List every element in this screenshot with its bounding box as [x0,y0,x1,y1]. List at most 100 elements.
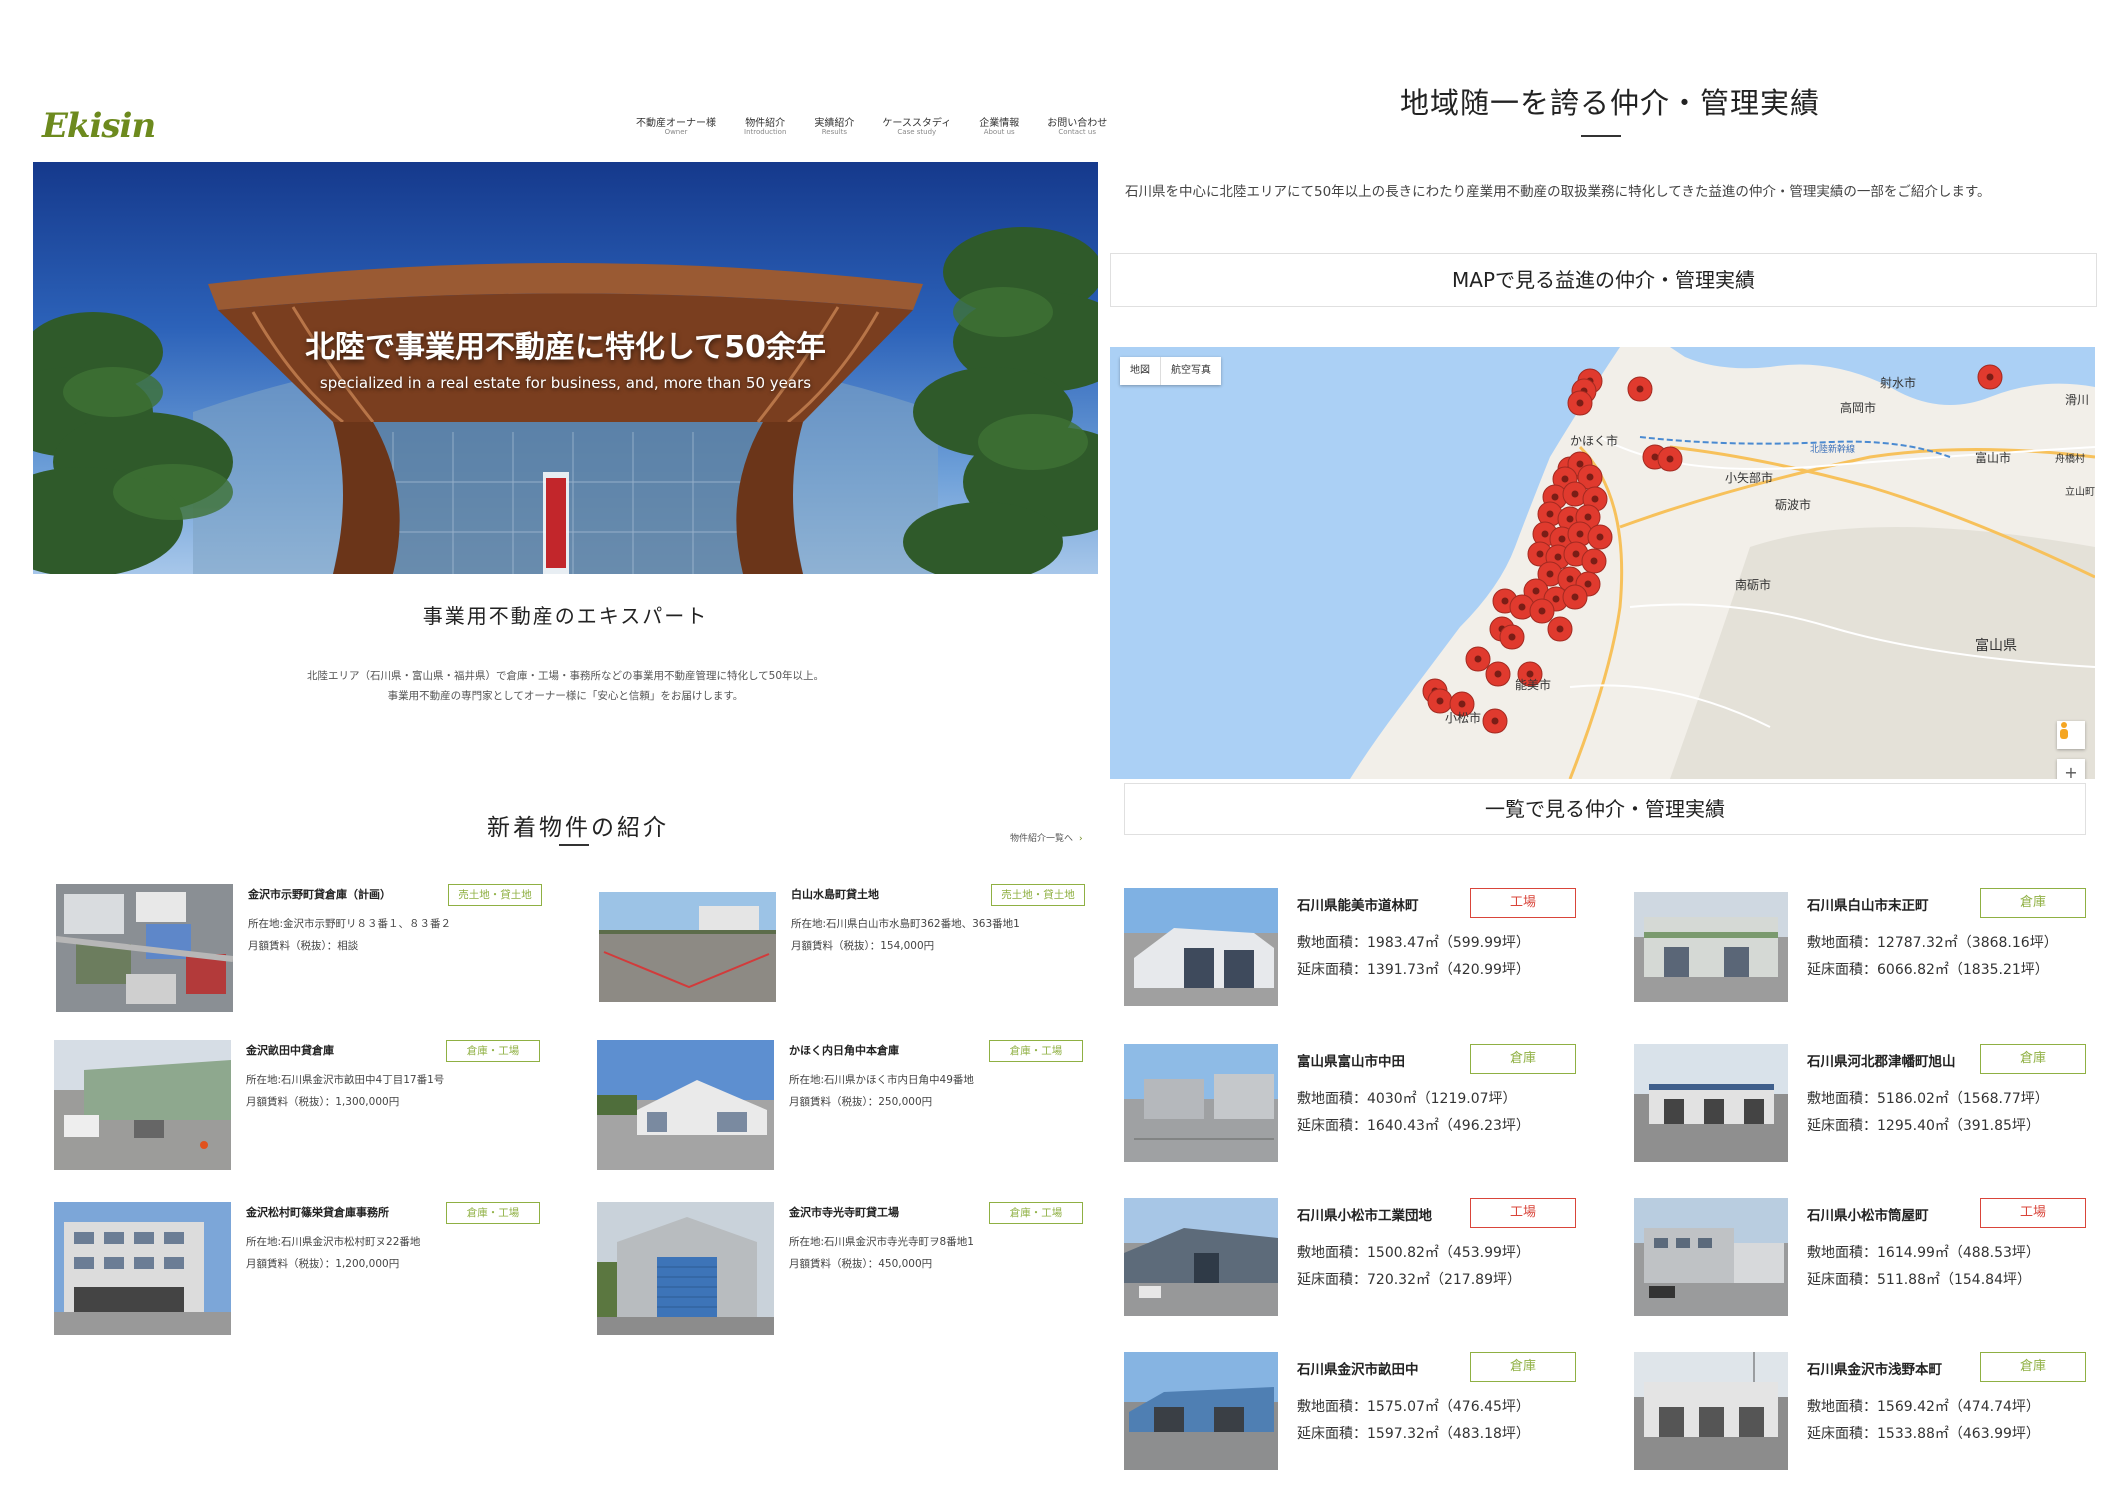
property-card[interactable]: 金沢松村町篠栄貸倉庫事務所 倉庫・工場 所在地:石川県金沢市松村町ヌ22番地 月… [54,1202,574,1335]
property-rent: 月額賃料（税抜）：250,000円 [789,1096,933,1108]
map-pin-dot [1536,550,1544,558]
property-card[interactable]: かほく内日角中本倉庫 倉庫・工場 所在地:石川県かほく市内日角中49番地 月額賃… [597,1040,1117,1170]
property-address: 所在地:金沢市示野町リ８３番１、８３番２ [248,918,452,930]
map-label: 北陸新幹線 [1810,443,1855,455]
hero-image [33,227,1098,574]
new-listings-title: 新着物件の紹介 [487,815,669,841]
record-name: 石川県小松市筒屋町 [1807,1208,1929,1224]
record-card[interactable]: 石川県小松市筒屋町 工場 敷地面積：1614.99㎡（488.53坪） 延床面積… [1634,1198,2114,1318]
record-card[interactable]: 石川県小松市工業団地 工場 敷地面積：1500.82㎡（453.99坪） 延床面… [1124,1198,1604,1318]
property-photo[interactable] [597,1202,774,1335]
map-label: 小松市 [1445,710,1481,725]
nav-item-results[interactable]: 実績紹介 Results [814,118,854,137]
map-type-satellite-button[interactable]: 航空写真 [1161,357,1221,385]
listings-more-link[interactable]: 物件紹介一覧へ › [1010,831,1083,844]
results-map[interactable]: 射水市 高岡市 かほく市 小矢部市 富山市 砺波市 南砺市 富山県 能美市 小松… [1110,347,2095,779]
record-type-badge: 倉庫 [1980,888,2086,918]
map-pin-dot [1494,670,1502,678]
property-type-badge: 倉庫・工場 [446,1202,540,1224]
hero-subtitle: specialized in a real estate for busines… [319,374,812,392]
record-photo[interactable] [1634,1352,1788,1470]
record-floor-area: 延床面積：1533.88㎡（463.99坪） [1807,1426,2040,1442]
record-type-badge: 倉庫 [1980,1044,2086,1074]
record-type-badge: 工場 [1470,888,1576,918]
map-pin-dot [1576,460,1584,468]
property-card[interactable]: 金沢市寺光寺町貸工場 倉庫・工場 所在地:石川県金沢市寺光寺町ヲ8番地1 月額賃… [597,1202,1117,1335]
property-photo[interactable] [54,1202,231,1335]
property-card[interactable]: 金沢市示野町貸倉庫（計画） 売土地・貸土地 所在地:金沢市示野町リ８３番１、８３… [56,884,576,1014]
map-label: 滑川 [2065,393,2089,407]
map-pin-dot [1458,700,1466,708]
record-name: 石川県白山市末正町 [1807,898,1929,914]
map-type-toggle: 地図 航空写真 [1120,357,1221,385]
property-photo[interactable] [56,884,233,1012]
record-photo[interactable] [1124,1352,1278,1470]
map-pin-dot [1572,550,1580,558]
record-floor-area: 延床面積：6066.82㎡（1835.21坪） [1807,962,2049,978]
map-label: 富山県 [1975,637,2017,654]
list-section-heading[interactable]: 一覧で見る仲介・管理実績 [1124,783,2086,835]
nav-item-contact[interactable]: お問い合わせ Contact us [1047,118,1107,137]
nav-item-owner[interactable]: 不動産オーナー様 Owner [636,118,716,137]
map-pin-dot [1566,575,1574,583]
record-name: 石川県金沢市浅野本町 [1807,1362,1942,1378]
nav-item-introduction[interactable]: 物件紹介 Introduction [744,118,786,137]
property-card[interactable]: 白山水島町貸土地 売土地・貸土地 所在地:石川県白山市水島町362番地、363番… [599,884,1119,1014]
record-card[interactable]: 富山県富山市中田 倉庫 敷地面積：4030㎡（1219.07坪） 延床面積：16… [1124,1044,1604,1164]
map-pin-dot [1591,495,1599,503]
map-type-map-button[interactable]: 地図 [1120,357,1161,385]
record-site-area: 敷地面積：1500.82㎡（453.99坪） [1297,1245,1530,1261]
nav-sublabel: Results [821,128,848,136]
map-pin-dot [1576,530,1584,538]
map-pin-dot [1558,535,1566,543]
map-section-heading[interactable]: MAPで見る益進の仲介・管理実績 [1110,253,2097,307]
record-photo[interactable] [1124,1198,1278,1316]
record-floor-area: 延床面積：1295.40㎡（391.85坪） [1807,1118,2040,1134]
record-photo[interactable] [1634,1044,1788,1162]
map-label: 小矢部市 [1725,470,1773,485]
map-pin-dot [1986,373,1994,381]
record-type-badge: 倉庫 [1980,1352,2086,1382]
map-pin-dot [1566,515,1574,523]
property-photo[interactable] [597,1040,774,1170]
map-pin-dot [1436,697,1444,705]
map-pin-dot [1554,553,1562,561]
record-site-area: 敷地面積：1983.47㎡（599.99坪） [1297,935,1530,951]
results-title: 地域随一を誇る仲介・管理実績 [1399,86,1820,120]
nav-item-about[interactable]: 企業情報 About us [979,118,1019,137]
property-photo[interactable] [599,892,776,1002]
record-name: 石川県能美市道林町 [1297,898,1419,914]
record-photo[interactable] [1124,1044,1278,1162]
map-label: 射水市 [1880,375,1916,390]
record-floor-area: 延床面積：1391.73㎡（420.99坪） [1297,962,1530,978]
property-card[interactable]: 金沢畝田中貸倉庫 倉庫・工場 所在地:石川県金沢市畝田中4丁目17番1号 月額賃… [54,1040,574,1170]
map-pin-dot [1556,625,1564,633]
map-label: 南砺市 [1735,577,1771,592]
map-label: かほく市 [1570,433,1618,448]
nav-sublabel: Contact us [1058,128,1096,136]
record-photo[interactable] [1634,1198,1788,1316]
property-photo[interactable] [54,1040,231,1170]
property-address: 所在地:石川県かほく市内日角中49番地 [789,1074,974,1086]
record-card[interactable]: 石川県金沢市浅野本町 倉庫 敷地面積：1569.42㎡（474.74坪） 延床面… [1634,1352,2114,1472]
property-rent: 月額賃料（税抜）：450,000円 [789,1258,933,1270]
record-card[interactable]: 石川県白山市末正町 倉庫 敷地面積：12787.32㎡（3868.16坪） 延床… [1634,888,2114,1008]
record-card[interactable]: 石川県金沢市畝田中 倉庫 敷地面積：1575.07㎡（476.45坪） 延床面積… [1124,1352,1604,1472]
property-name: 金沢市寺光寺町貸工場 [789,1206,899,1219]
zoom-in-button[interactable]: + [2057,759,2085,779]
record-card[interactable]: 石川県能美市道林町 工場 敷地面積：1983.47㎡（599.99坪） 延床面積… [1124,888,1604,1008]
property-type-badge: 倉庫・工場 [989,1202,1083,1224]
map-pin-dot [1636,385,1644,393]
nav-item-case-study[interactable]: ケーススタディ Case study [882,118,951,137]
record-site-area: 敷地面積：5186.02㎡（1568.77坪） [1807,1091,2049,1107]
record-card[interactable]: 石川県河北郡津幡町旭山 倉庫 敷地面積：5186.02㎡（1568.77坪） 延… [1634,1044,2114,1164]
record-photo[interactable] [1634,892,1788,1002]
property-address: 所在地:石川県金沢市松村町ヌ22番地 [246,1236,421,1248]
record-photo[interactable] [1124,888,1278,1006]
site-logo[interactable]: Ekisin [42,106,156,146]
property-name: 金沢畝田中貸倉庫 [246,1044,334,1057]
street-view-icon[interactable] [2057,721,2085,749]
map-label: 舟橋村 [2055,452,2085,465]
title-underline [1581,135,1621,137]
record-site-area: 敷地面積：1575.07㎡（476.45坪） [1297,1399,1530,1415]
